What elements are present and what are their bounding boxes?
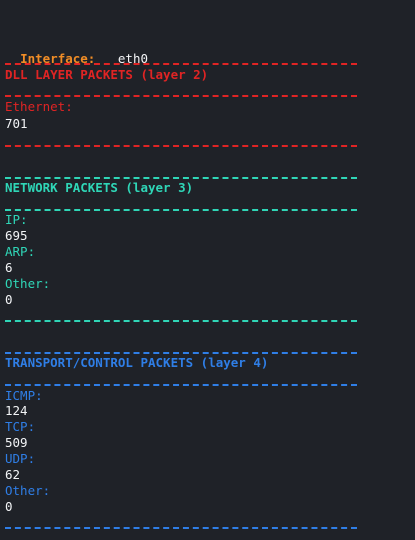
tcp-value: 509: [5, 435, 28, 450]
ip-label: IP:: [5, 212, 28, 227]
network-bottom-divider: [5, 320, 357, 322]
arp-label: ARP:: [5, 244, 36, 259]
network-section-title: NETWORK PACKETS (layer 3): [5, 180, 194, 195]
dll-bottom-divider: [5, 145, 357, 147]
ip-value: 695: [5, 228, 28, 243]
transport-title-divider: [5, 384, 357, 386]
network-top-divider: [5, 177, 357, 179]
dll-title-divider: [5, 95, 357, 97]
udp-value: 62: [5, 467, 21, 482]
network-other-value: 0: [5, 292, 13, 307]
network-title-divider: [5, 209, 357, 211]
icmp-label: ICMP:: [5, 388, 43, 403]
ethernet-label: Ethernet:: [5, 99, 73, 114]
transport-bottom-divider: [5, 527, 357, 529]
transport-other-value: 0: [5, 499, 13, 514]
transport-top-divider: [5, 352, 357, 354]
network-other-label: Other:: [5, 276, 51, 291]
transport-section-title: TRANSPORT/CONTROL PACKETS (layer 4): [5, 355, 269, 370]
arp-value: 6: [5, 260, 13, 275]
ethernet-value: 701: [5, 116, 28, 131]
dll-section-title: DLL LAYER PACKETS (layer 2): [5, 67, 209, 82]
dll-top-divider: [5, 63, 357, 65]
transport-other-label: Other:: [5, 483, 51, 498]
icmp-value: 124: [5, 403, 28, 418]
udp-label: UDP:: [5, 451, 36, 466]
tcp-label: TCP:: [5, 419, 36, 434]
